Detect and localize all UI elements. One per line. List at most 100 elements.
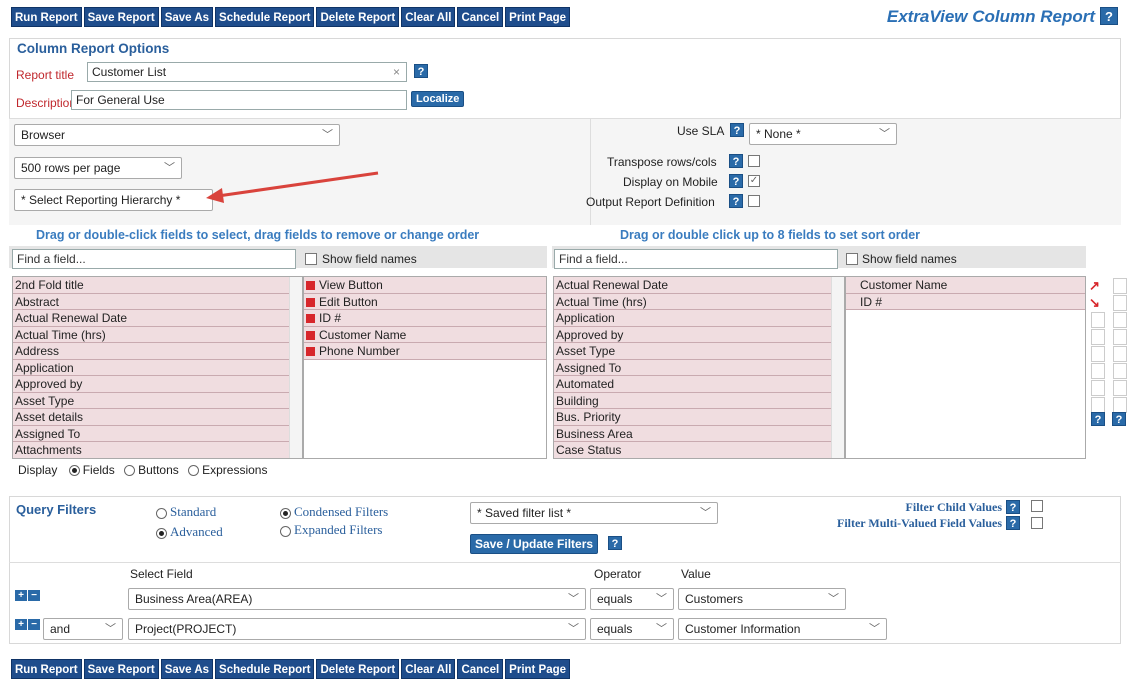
cancel-button[interactable]: Cancel xyxy=(457,7,504,27)
scrollbar[interactable] xyxy=(831,277,844,458)
cancel-button[interactable]: Cancel xyxy=(457,659,504,679)
list-item[interactable]: Actual Time (hrs) xyxy=(554,293,844,310)
list-item[interactable]: Automated xyxy=(554,376,844,393)
filter-field-select[interactable]: Project(PROJECT) ﹀ xyxy=(128,618,586,640)
filter-multi-help-icon[interactable]: ? xyxy=(1006,516,1020,530)
sort-cell[interactable] xyxy=(1113,295,1127,311)
expanded-radio[interactable]: Expanded Filters xyxy=(280,522,382,538)
list-item[interactable]: Building xyxy=(554,392,844,409)
saved-filter-select[interactable]: * Saved filter list * ﹀ xyxy=(470,502,718,524)
filter-child-help-icon[interactable]: ? xyxy=(1006,500,1020,514)
sort-selected-list[interactable]: Customer Name ID # xyxy=(845,276,1086,459)
list-item[interactable]: Assigned To xyxy=(554,359,844,376)
sort-cell[interactable] xyxy=(1113,380,1127,396)
condensed-radio[interactable]: Condensed Filters xyxy=(280,504,388,520)
sla-help-icon[interactable]: ? xyxy=(730,123,744,137)
sort-help-icon[interactable]: ? xyxy=(1091,412,1105,426)
remove-icon[interactable] xyxy=(306,330,315,340)
show-field-names-checkbox[interactable] xyxy=(305,253,317,265)
sort-ascending-icon[interactable]: ↗ xyxy=(1089,278,1100,294)
scrollbar[interactable] xyxy=(289,277,302,458)
conjunction-select[interactable]: and ﹀ xyxy=(43,618,123,640)
clear-all-button[interactable]: Clear All xyxy=(401,7,456,27)
available-fields-list[interactable]: 2nd Fold title Abstract Actual Renewal D… xyxy=(12,276,303,459)
delete-report-button[interactable]: Delete Report xyxy=(316,7,400,27)
sort-help-icon-2[interactable]: ? xyxy=(1112,412,1126,426)
list-item[interactable]: Approved by xyxy=(13,376,302,393)
sort-cell[interactable] xyxy=(1113,397,1127,413)
output-def-help-icon[interactable]: ? xyxy=(729,194,743,208)
clear-x-icon[interactable]: × xyxy=(393,63,400,81)
value-select[interactable]: Customer Information ﹀ xyxy=(678,618,887,640)
list-item[interactable]: ID # xyxy=(846,293,1085,310)
sort-cell[interactable] xyxy=(1113,363,1127,379)
filter-child-checkbox[interactable] xyxy=(1031,500,1043,512)
list-item[interactable]: Case Status xyxy=(554,442,844,458)
print-page-button[interactable]: Print Page xyxy=(505,659,571,679)
sort-descending-icon[interactable]: ↘ xyxy=(1089,295,1100,311)
filter-field-select[interactable]: Business Area(AREA) ﹀ xyxy=(128,588,586,610)
list-item[interactable]: Bus. Priority xyxy=(554,409,844,426)
mobile-help-icon[interactable]: ? xyxy=(729,174,743,188)
help-icon[interactable]: ? xyxy=(1100,7,1118,25)
transpose-checkbox[interactable] xyxy=(748,155,760,167)
plus-icon[interactable]: + xyxy=(15,590,27,601)
list-item[interactable]: Asset Type xyxy=(13,392,302,409)
save-report-button[interactable]: Save Report xyxy=(83,7,159,27)
sort-cell[interactable] xyxy=(1091,312,1105,328)
filter-multi-checkbox[interactable] xyxy=(1031,517,1043,529)
sort-available-list[interactable]: Actual Renewal Date Actual Time (hrs) Ap… xyxy=(553,276,845,459)
sort-cell[interactable] xyxy=(1091,329,1105,345)
list-item[interactable]: 2nd Fold title xyxy=(13,277,302,294)
display-expressions-radio[interactable]: Expressions xyxy=(188,463,267,477)
rows-select[interactable]: 500 rows per page ﹀ xyxy=(14,157,182,179)
localize-button[interactable]: Localize xyxy=(411,91,465,107)
advanced-radio[interactable]: Advanced xyxy=(156,524,223,540)
clear-all-button[interactable]: Clear All xyxy=(401,659,456,679)
operator-select[interactable]: equals ﹀ xyxy=(590,618,674,640)
save-as-button[interactable]: Save As xyxy=(160,7,214,27)
run-report-button[interactable]: Run Report xyxy=(11,7,82,27)
field-search-input[interactable]: Find a field... xyxy=(12,249,296,269)
sla-select[interactable]: * None * ﹀ xyxy=(749,123,897,145)
value-select[interactable]: Customers ﹀ xyxy=(678,588,846,610)
save-update-filters-button[interactable]: Save / Update Filters xyxy=(470,534,599,554)
list-item[interactable]: Application xyxy=(554,310,844,327)
standard-radio[interactable]: Standard xyxy=(156,504,216,520)
sort-cell[interactable] xyxy=(1091,397,1105,413)
plus-icon[interactable]: + xyxy=(15,619,27,630)
schedule-report-button[interactable]: Schedule Report xyxy=(215,659,315,679)
list-item[interactable]: Business Area xyxy=(554,425,844,442)
list-item[interactable]: Actual Renewal Date xyxy=(13,310,302,327)
list-item[interactable]: Assigned To xyxy=(13,425,302,442)
output-select[interactable]: Browser ﹀ xyxy=(14,124,340,146)
list-item[interactable]: ID # xyxy=(304,310,546,327)
list-item[interactable]: Customer Name xyxy=(304,326,546,343)
sort-cell[interactable] xyxy=(1113,312,1127,328)
remove-icon[interactable] xyxy=(306,314,315,324)
save-as-button[interactable]: Save As xyxy=(160,659,214,679)
list-item[interactable]: Edit Button xyxy=(304,293,546,310)
filters-help-icon[interactable]: ? xyxy=(608,536,622,550)
list-item[interactable]: Actual Renewal Date xyxy=(554,277,844,294)
sort-cell[interactable] xyxy=(1091,363,1105,379)
list-item[interactable]: Abstract xyxy=(13,293,302,310)
title-help-icon[interactable]: ? xyxy=(414,64,428,78)
save-report-button[interactable]: Save Report xyxy=(83,659,159,679)
list-item[interactable]: Attachments xyxy=(13,442,302,458)
list-item[interactable]: Approved by xyxy=(554,326,844,343)
sort-search-input[interactable]: Find a field... xyxy=(554,249,838,269)
description-input[interactable]: For General Use xyxy=(71,90,407,110)
list-item[interactable]: Asset Type xyxy=(554,343,844,360)
mobile-checkbox[interactable]: ✓ xyxy=(748,175,760,187)
list-item[interactable]: Customer Name xyxy=(846,277,1085,294)
display-fields-radio[interactable]: Fields xyxy=(68,463,115,477)
run-report-button[interactable]: Run Report xyxy=(11,659,82,679)
list-item[interactable]: Address xyxy=(13,343,302,360)
minus-icon[interactable]: − xyxy=(28,619,40,630)
sort-cell[interactable] xyxy=(1091,380,1105,396)
show-sort-names-checkbox[interactable] xyxy=(846,253,858,265)
transpose-help-icon[interactable]: ? xyxy=(729,154,743,168)
minus-icon[interactable]: − xyxy=(28,590,40,601)
sort-cell[interactable] xyxy=(1091,346,1105,362)
